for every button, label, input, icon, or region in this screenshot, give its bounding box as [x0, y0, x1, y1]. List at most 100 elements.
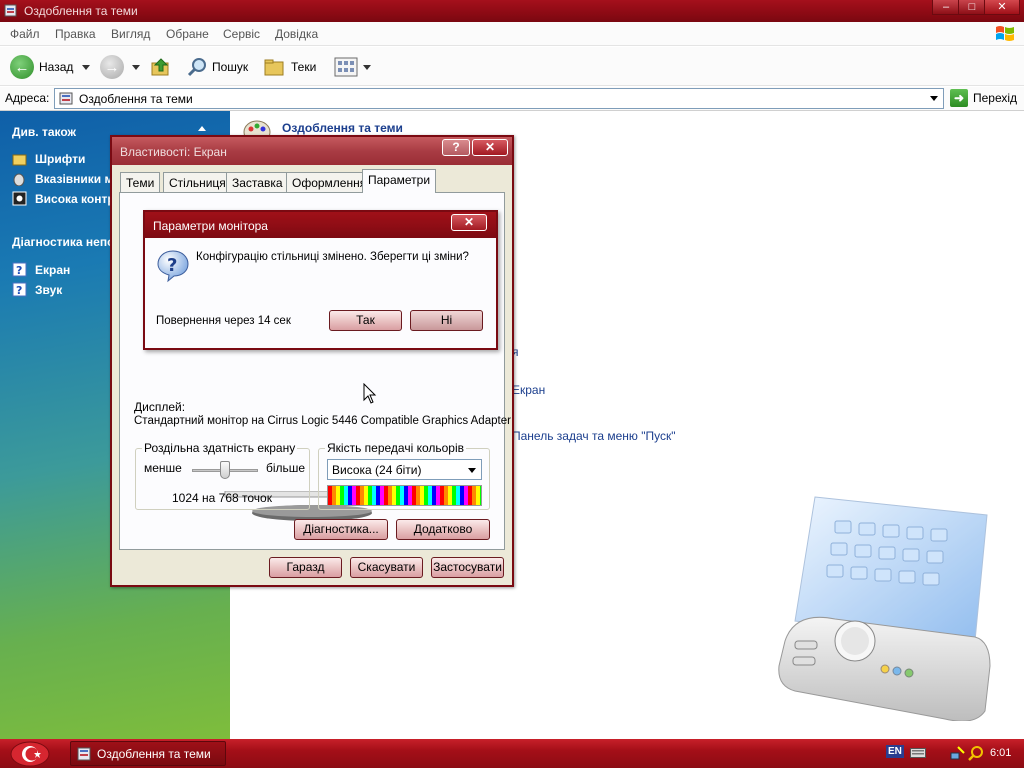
- resolution-slider-thumb[interactable]: [220, 461, 230, 479]
- ok-button[interactable]: Гаразд: [269, 557, 342, 578]
- address-value: Оздоблення та теми: [79, 92, 193, 106]
- search-label: Пошук: [212, 60, 249, 74]
- fonts-folder-icon: [12, 151, 27, 166]
- folders-button[interactable]: Теки: [263, 54, 316, 80]
- dialog-close-button[interactable]: ✕: [472, 139, 508, 156]
- select-dropdown-icon[interactable]: [468, 468, 476, 473]
- window-title: Оздоблення та теми: [24, 4, 138, 18]
- search-button[interactable]: Пошук: [186, 54, 248, 80]
- forward-dropdown-icon[interactable]: [132, 64, 140, 70]
- language-indicator[interactable]: EN: [886, 745, 904, 758]
- menu-tools[interactable]: Сервіс: [223, 27, 260, 41]
- diagnostics-button[interactable]: Діагностика...: [294, 519, 388, 540]
- address-label: Адреса:: [5, 91, 50, 105]
- go-arrow-icon: ➜: [950, 89, 968, 107]
- see-also-heading[interactable]: Див. також: [12, 125, 76, 139]
- sidebar-item-pointers[interactable]: Вказівники ми: [12, 171, 121, 186]
- display-properties-dialog: Властивості: Екран ? ✕ Теми Стільниця За…: [110, 135, 514, 587]
- up-folder-button[interactable]: [150, 54, 172, 80]
- resolution-group: Роздільна здатність екрану менше більше …: [135, 441, 310, 510]
- color-spectrum-bar: [327, 485, 482, 506]
- maximize-button[interactable]: □: [958, 0, 986, 15]
- address-field[interactable]: Оздоблення та теми: [54, 88, 944, 109]
- back-arrow-icon: ←: [10, 55, 34, 79]
- tab-themes[interactable]: Теми: [120, 172, 161, 192]
- explorer-titlebar[interactable]: Оздоблення та теми – □ ✕: [0, 0, 1024, 22]
- views-button[interactable]: [334, 54, 371, 80]
- menu-edit[interactable]: Правка: [55, 27, 96, 41]
- resolution-more-label: більше: [266, 461, 306, 475]
- display-label: Дисплей:: [134, 400, 186, 414]
- sidebar-item-label: Висока контр: [35, 191, 115, 206]
- sidebar-item-label: Шрифти: [35, 151, 86, 166]
- sidebar-item-sound[interactable]: ? Звук: [12, 282, 62, 297]
- resolution-less-label: менше: [144, 461, 182, 475]
- no-button[interactable]: Ні: [410, 310, 483, 331]
- task-label: Оздоблення та теми: [97, 746, 211, 761]
- tab-appearance[interactable]: Оформлення: [286, 172, 373, 192]
- control-panel-illustration-icon: [778, 496, 991, 721]
- svg-text:?: ?: [16, 264, 22, 277]
- go-button[interactable]: ➜ Перехід: [950, 89, 1017, 107]
- help-button[interactable]: ?: [442, 139, 470, 156]
- back-button[interactable]: ← Назад: [10, 54, 91, 80]
- apply-button[interactable]: Застосувати: [431, 557, 504, 578]
- svg-text:?: ?: [167, 255, 177, 276]
- color-quality-group-label: Якість передачі кольорів: [325, 441, 467, 455]
- close-button[interactable]: ✕: [984, 0, 1020, 15]
- tab-settings[interactable]: Параметри: [362, 169, 437, 193]
- back-dropdown-icon[interactable]: [82, 64, 91, 70]
- color-quality-select[interactable]: Висока (24 біти): [327, 459, 482, 480]
- folders-icon: [264, 59, 284, 76]
- taskbar-item-themes[interactable]: Оздоблення та теми: [70, 741, 226, 766]
- forward-button[interactable]: →: [100, 54, 140, 80]
- sidebar-item-display[interactable]: ? Екран: [12, 262, 70, 277]
- sidebar-item-label: Вказівники ми: [35, 171, 121, 186]
- windows-logo-icon: [996, 26, 1014, 41]
- sidebar-item-label: Екран: [35, 262, 71, 277]
- folders-label: Теки: [291, 60, 317, 74]
- collapse-chevron-icon[interactable]: [198, 126, 206, 131]
- menu-help[interactable]: Довідка: [275, 27, 318, 41]
- search-tray-icon[interactable]: [968, 745, 984, 761]
- resolution-value: 1024 на 768 точок: [172, 491, 272, 505]
- revert-countdown: Повернення через 14 сек: [156, 315, 291, 327]
- advanced-button[interactable]: Додатково: [396, 519, 490, 540]
- toolbar: ← Назад → Пошук Теки: [0, 47, 1024, 86]
- svg-text:?: ?: [16, 284, 22, 297]
- link-display[interactable]: Екран: [512, 383, 545, 397]
- tab-screensaver[interactable]: Заставка: [226, 172, 289, 192]
- go-label: Перехід: [973, 91, 1018, 105]
- system-tray: EN 6:01: [880, 739, 1024, 768]
- tab-desktop[interactable]: Стільниця: [163, 172, 232, 192]
- cancel-button[interactable]: Скасувати: [350, 557, 423, 578]
- sidebar-item-high-contrast[interactable]: Висока контр: [12, 191, 115, 206]
- address-dropdown-icon[interactable]: [926, 91, 941, 106]
- network-icon[interactable]: [950, 745, 966, 761]
- up-folder-icon: [151, 58, 169, 76]
- keyboard-icon[interactable]: [910, 748, 926, 758]
- sidebar-item-fonts[interactable]: Шрифти: [12, 151, 85, 166]
- address-folder-icon: [59, 92, 73, 105]
- start-button[interactable]: [10, 741, 50, 767]
- link-taskbar-start[interactable]: Панель задач та меню "Пуск": [512, 429, 675, 443]
- help-doc-icon: ?: [12, 282, 27, 297]
- forward-arrow-icon: →: [100, 55, 124, 79]
- question-icon: ?: [157, 250, 189, 283]
- clock[interactable]: 6:01: [990, 747, 1011, 759]
- mouse-icon: [12, 171, 27, 186]
- minimize-button[interactable]: –: [932, 0, 960, 15]
- display-properties-titlebar[interactable]: Властивості: Екран ? ✕: [112, 137, 512, 165]
- monitor-dialog-message: Конфігурацію стільниці змінено. Зберегти…: [196, 251, 469, 263]
- content-header: Оздоблення та теми: [282, 121, 403, 135]
- menu-favorites[interactable]: Обране: [166, 27, 209, 41]
- yes-button[interactable]: Так: [329, 310, 402, 331]
- color-quality-group: Якість передачі кольорів Висока (24 біти…: [318, 441, 490, 510]
- menu-bar: Файл Правка Вигляд Обране Сервіс Довідка: [0, 22, 1024, 46]
- menu-file[interactable]: Файл: [10, 27, 40, 41]
- monitor-dialog-titlebar[interactable]: Параметри монітора ✕: [145, 212, 496, 238]
- menu-view[interactable]: Вигляд: [111, 27, 150, 41]
- help-doc-icon: ?: [12, 262, 27, 277]
- monitor-dialog-close-button[interactable]: ✕: [451, 214, 487, 231]
- troubleshoot-heading[interactable]: Діагностика непо: [12, 235, 114, 249]
